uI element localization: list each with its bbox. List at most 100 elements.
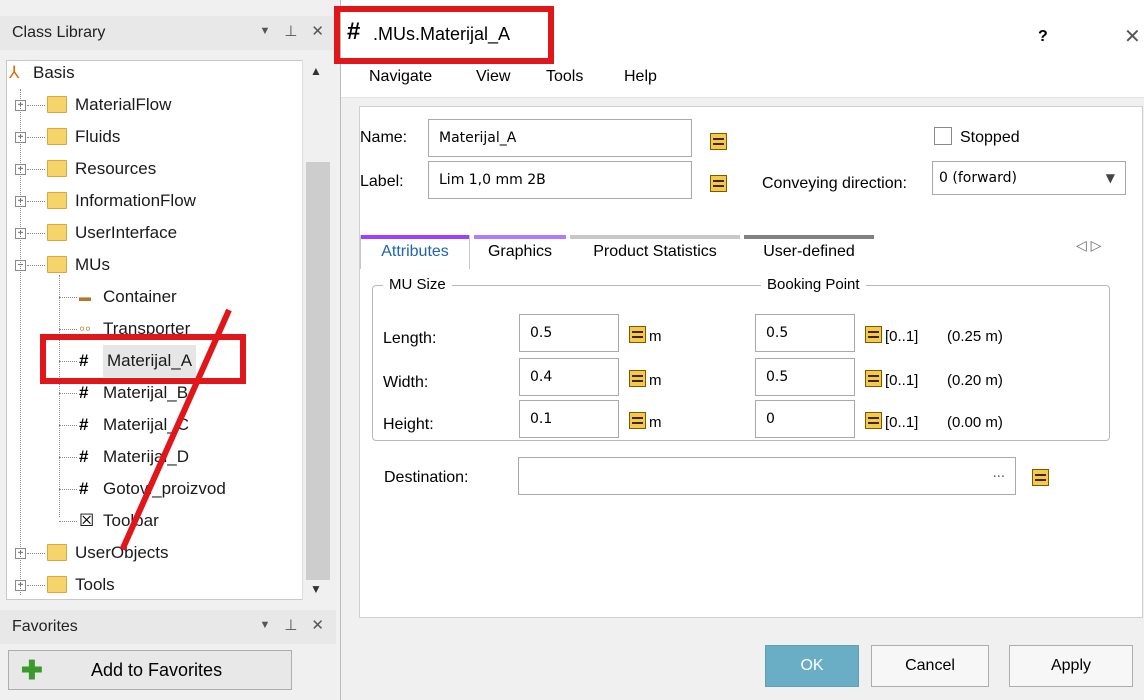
menu-tools[interactable]: Tools bbox=[546, 68, 583, 86]
ok-button[interactable]: OK bbox=[765, 645, 859, 687]
tree-connector bbox=[59, 393, 77, 394]
dialog-content: Name: Materijal_A Label: Lim 1,0 mm 2B S… bbox=[359, 106, 1143, 618]
tab-attributes-label: Attributes bbox=[381, 243, 449, 260]
tree-scrollbar[interactable]: ▲ ▼ bbox=[302, 60, 332, 600]
dropdown-icon[interactable]: ▼ bbox=[259, 25, 270, 40]
tree-item-label: Materijal_D bbox=[103, 447, 189, 466]
tab-graphics-label: Graphics bbox=[487, 243, 553, 260]
tab-graphics[interactable]: Graphics bbox=[474, 235, 566, 269]
booking-height-inherit-icon[interactable] bbox=[865, 412, 882, 429]
tab-user-defined-label: User-defined bbox=[763, 243, 855, 260]
help-button[interactable]: ? bbox=[1038, 28, 1048, 46]
root-icon: ⅄ bbox=[9, 63, 20, 82]
label-inherit-icon[interactable] bbox=[710, 175, 727, 192]
tree-connector bbox=[27, 233, 45, 234]
height-field[interactable]: 0.1 bbox=[519, 400, 619, 438]
tree-item-label: Fluids bbox=[75, 127, 121, 146]
scroll-up-icon[interactable]: ▲ bbox=[310, 64, 322, 78]
class-library-header: Class Library ▼ ⊥ ✕ bbox=[0, 16, 336, 50]
pin-icon[interactable]: ⊥ bbox=[284, 22, 297, 40]
mu-size-title: MU Size bbox=[383, 276, 452, 293]
tree-item-label: MUs bbox=[75, 255, 110, 274]
booking-length-abs: (0.25 m) bbox=[947, 328, 1003, 345]
booking-point-title: Booking Point bbox=[761, 276, 866, 293]
favorites-header: Favorites ▼ ⊥ ✕ bbox=[0, 610, 336, 644]
name-label: Name: bbox=[360, 129, 408, 146]
tree-connector bbox=[59, 457, 77, 458]
folder-icon bbox=[47, 160, 67, 177]
container-icon: ▬ bbox=[79, 290, 91, 304]
tree-item-label: Basis bbox=[33, 63, 75, 82]
tree-item-label: Container bbox=[103, 287, 177, 306]
width-field[interactable]: 0.4 bbox=[519, 358, 619, 396]
tree-connector bbox=[27, 201, 45, 202]
menu-view[interactable]: View bbox=[476, 68, 510, 86]
tab-user-defined[interactable]: User-defined bbox=[744, 235, 874, 269]
favorites-title: Favorites bbox=[12, 618, 78, 635]
class-library-title: Class Library bbox=[12, 24, 106, 41]
tree-connector bbox=[59, 297, 77, 298]
booking-width-inherit-icon[interactable] bbox=[865, 370, 882, 387]
close-icon[interactable]: ✕ bbox=[311, 22, 324, 40]
booking-height-abs: (0.00 m) bbox=[947, 414, 1003, 431]
name-field[interactable]: Materijal_A bbox=[428, 119, 692, 157]
folder-icon bbox=[47, 192, 67, 209]
pin-icon[interactable]: ⊥ bbox=[284, 616, 297, 634]
tree-item-label: Gotovi_proizvod bbox=[103, 479, 226, 498]
length-unit: m bbox=[649, 328, 662, 345]
width-inherit-icon[interactable] bbox=[629, 370, 646, 387]
tree-item-label: Tools bbox=[75, 575, 115, 594]
mu-size-group: MU Size Booking Point Length: 0.5 m 0.5 … bbox=[372, 276, 1110, 441]
tree-connector bbox=[59, 489, 77, 490]
tree-item-label: UserInterface bbox=[75, 223, 178, 242]
tree-connector bbox=[27, 553, 45, 554]
name-inherit-icon[interactable] bbox=[710, 133, 727, 150]
booking-height-field[interactable]: 0 bbox=[755, 400, 855, 438]
folder-icon bbox=[47, 128, 67, 145]
browse-ellipsis-button[interactable]: ... bbox=[993, 456, 1005, 492]
close-button[interactable]: ✕ bbox=[1124, 24, 1141, 49]
booking-width-abs: (0.20 m) bbox=[947, 372, 1003, 389]
tree-connector bbox=[59, 425, 77, 426]
stopped-checkbox[interactable] bbox=[934, 127, 952, 145]
booking-length-range: [0..1] bbox=[885, 328, 919, 345]
scroll-down-icon[interactable]: ▼ bbox=[310, 582, 322, 596]
tab-attributes-color-bar bbox=[361, 235, 469, 239]
conveying-direction-select[interactable]: 0 (forward) ▼ bbox=[932, 161, 1126, 195]
booking-length-field[interactable]: 0.5 bbox=[755, 314, 855, 352]
destination-field[interactable]: ... bbox=[518, 457, 1016, 495]
add-to-favorites-button[interactable]: ✚ Add to Favorites bbox=[8, 650, 292, 690]
tree-connector bbox=[27, 265, 45, 266]
tree-connector bbox=[27, 137, 45, 138]
booking-width-range: [0..1] bbox=[885, 372, 919, 389]
booking-width-field[interactable]: 0.5 bbox=[755, 358, 855, 396]
length-field[interactable]: 0.5 bbox=[519, 314, 619, 352]
folder-icon bbox=[47, 256, 67, 273]
tree-item-label: MaterialFlow bbox=[75, 95, 172, 114]
object-dialog: # .MUs.Materijal_A ? ✕ Navigate View Too… bbox=[340, 0, 1144, 700]
stopped-label: Stopped bbox=[960, 129, 1020, 146]
scrollbar-thumb[interactable] bbox=[306, 162, 330, 580]
apply-button[interactable]: Apply bbox=[1009, 645, 1133, 687]
height-inherit-icon[interactable] bbox=[629, 412, 646, 429]
length-inherit-icon[interactable] bbox=[629, 326, 646, 343]
menu-help[interactable]: Help bbox=[624, 68, 657, 86]
folder-icon bbox=[47, 224, 67, 241]
destination-inherit-icon[interactable] bbox=[1032, 469, 1049, 486]
label-field[interactable]: Lim 1,0 mm 2B bbox=[428, 161, 692, 199]
menu-navigate[interactable]: Navigate bbox=[369, 68, 432, 86]
dropdown-icon[interactable]: ▼ bbox=[259, 619, 270, 634]
tab-attributes[interactable]: Attributes bbox=[360, 235, 470, 269]
tab-graphics-color-bar bbox=[474, 235, 566, 239]
tab-product-statistics[interactable]: Product Statistics bbox=[570, 235, 740, 269]
tab-product-statistics-label: Product Statistics bbox=[593, 243, 717, 260]
cancel-button[interactable]: Cancel bbox=[871, 645, 989, 687]
label-label: Label: bbox=[360, 173, 404, 190]
class-tree: ⅄ Basis + MaterialFlow + Fluids + Resources + Inf… bbox=[6, 60, 332, 600]
tab-scroll-arrows[interactable]: ◁ ▷ bbox=[1076, 237, 1101, 254]
close-icon[interactable]: ✕ bbox=[311, 616, 324, 634]
part-icon: # bbox=[79, 415, 89, 434]
booking-length-inherit-icon[interactable] bbox=[865, 326, 882, 343]
tree-item-label: Resources bbox=[75, 159, 157, 178]
width-label: Width: bbox=[383, 374, 429, 391]
